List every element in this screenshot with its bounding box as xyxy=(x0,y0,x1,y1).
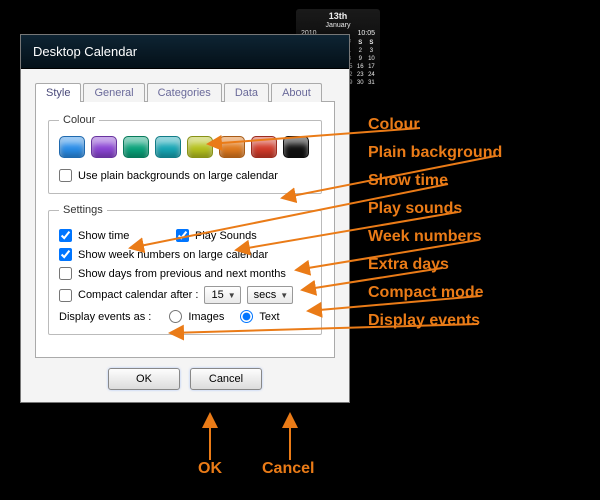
display-events-text-label: Text xyxy=(259,311,279,323)
compact-checkbox[interactable] xyxy=(59,289,72,302)
annot-week-numbers: Week numbers xyxy=(368,228,482,246)
annot-cancel: Cancel xyxy=(262,460,314,478)
colour-swatch-4[interactable] xyxy=(187,136,213,158)
plain-background-checkbox[interactable] xyxy=(59,169,72,182)
compact-unit: secs xyxy=(254,289,277,301)
titlebar: Desktop Calendar xyxy=(21,35,349,69)
colour-legend: Colour xyxy=(59,114,99,126)
ok-button-label: OK xyxy=(136,373,152,385)
colour-swatch-7[interactable] xyxy=(283,136,309,158)
window-title: Desktop Calendar xyxy=(33,44,137,59)
prev-next-days-checkbox[interactable] xyxy=(59,267,72,280)
settings-group: Settings Show time Play Sounds Show week… xyxy=(48,204,322,335)
display-events-images-label: Images xyxy=(188,311,224,323)
annot-colour: Colour xyxy=(368,116,420,134)
colour-swatch-0[interactable] xyxy=(59,136,85,158)
tab-about[interactable]: About xyxy=(271,83,322,102)
annot-display-events: Display events xyxy=(368,312,480,330)
annot-ok: OK xyxy=(198,460,222,478)
compact-value-select[interactable]: 15 ▼ xyxy=(204,286,240,304)
colour-swatch-2[interactable] xyxy=(123,136,149,158)
tab-panel: Colour Use plain backgrounds on large ca… xyxy=(35,101,335,358)
week-numbers-checkbox[interactable] xyxy=(59,248,72,261)
widget-day: 13th xyxy=(299,12,377,22)
play-sounds-checkbox[interactable] xyxy=(176,229,189,242)
colour-swatches xyxy=(59,136,311,158)
annot-extra-days: Extra days xyxy=(368,256,449,274)
settings-dialog: Desktop Calendar StyleGeneralCategoriesD… xyxy=(20,34,350,403)
colour-group: Colour Use plain backgrounds on large ca… xyxy=(48,114,322,194)
tab-categories[interactable]: Categories xyxy=(147,83,222,102)
plain-background-label: Use plain backgrounds on large calendar xyxy=(78,170,278,182)
display-events-images-radio[interactable] xyxy=(169,310,182,323)
tab-general[interactable]: General xyxy=(83,83,144,102)
ok-button[interactable]: OK xyxy=(108,368,180,390)
annot-show-time: Show time xyxy=(368,172,448,190)
tab-data[interactable]: Data xyxy=(224,83,269,102)
display-events-text-radio[interactable] xyxy=(240,310,253,323)
colour-swatch-6[interactable] xyxy=(251,136,277,158)
colour-swatch-5[interactable] xyxy=(219,136,245,158)
compact-unit-select[interactable]: secs ▼ xyxy=(247,286,294,304)
play-sounds-label: Play Sounds xyxy=(195,230,257,242)
show-time-checkbox[interactable] xyxy=(59,229,72,242)
cancel-button[interactable]: Cancel xyxy=(190,368,262,390)
prev-next-days-label: Show days from previous and next months xyxy=(78,268,286,280)
annot-plain-bg: Plain background xyxy=(368,144,502,162)
show-time-label: Show time xyxy=(78,230,158,242)
colour-swatch-3[interactable] xyxy=(155,136,181,158)
widget-month: January xyxy=(299,22,377,30)
week-numbers-label: Show week numbers on large calendar xyxy=(78,249,268,261)
widget-time: 10:05 xyxy=(357,30,375,38)
tab-style[interactable]: Style xyxy=(35,83,81,102)
annot-compact: Compact mode xyxy=(368,284,484,302)
annot-play-sounds: Play sounds xyxy=(368,200,462,218)
cancel-button-label: Cancel xyxy=(209,373,243,385)
compact-value: 15 xyxy=(211,289,223,301)
chevron-down-icon: ▼ xyxy=(280,291,288,300)
colour-swatch-1[interactable] xyxy=(91,136,117,158)
display-events-label: Display events as : xyxy=(59,311,151,323)
compact-label: Compact calendar after : xyxy=(78,289,198,301)
settings-legend: Settings xyxy=(59,204,107,216)
chevron-down-icon: ▼ xyxy=(228,291,236,300)
tab-row: StyleGeneralCategoriesDataAbout xyxy=(35,83,335,102)
